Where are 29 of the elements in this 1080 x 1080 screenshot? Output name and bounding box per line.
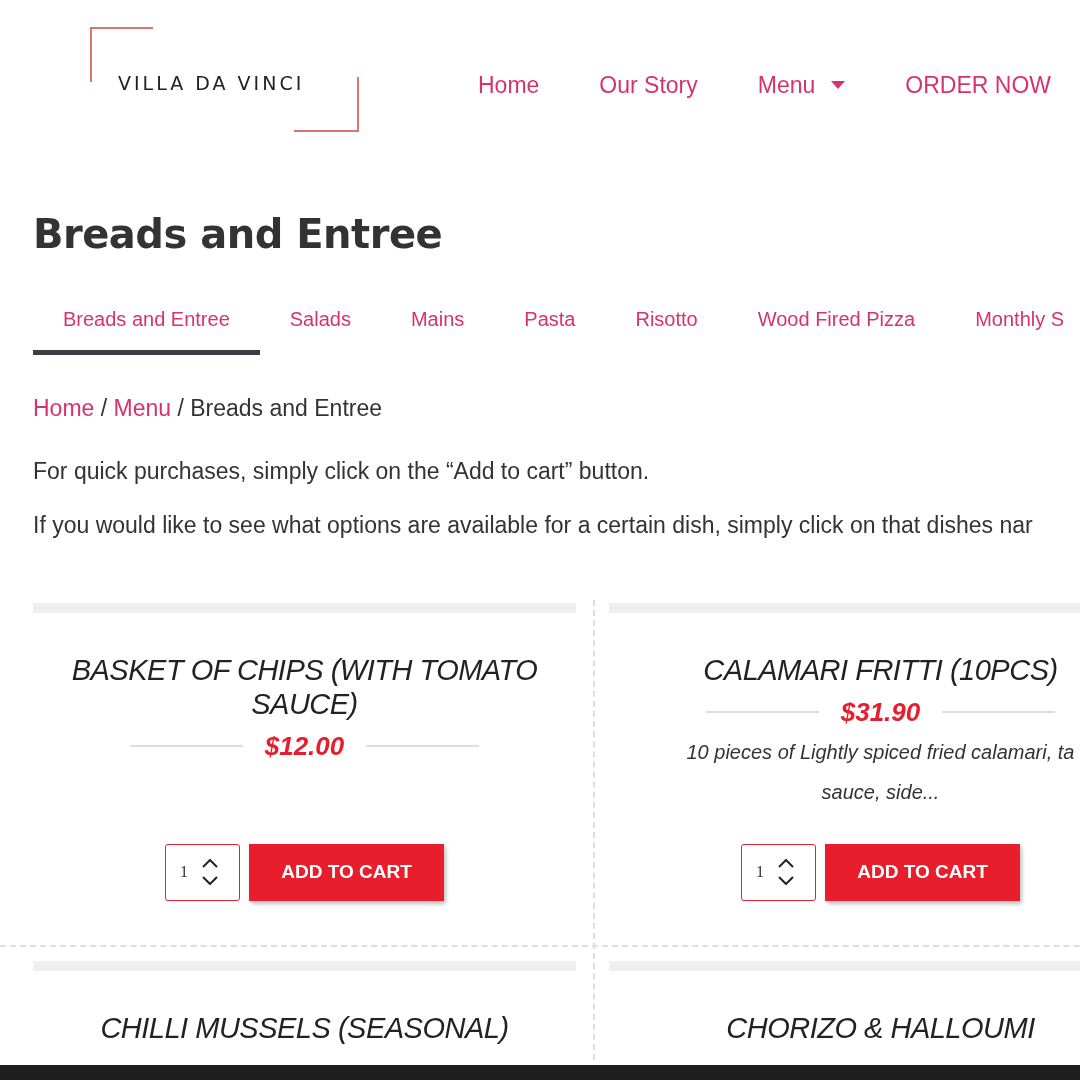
category-tab[interactable]: Salads [259, 296, 381, 355]
category-tab[interactable]: Pasta [494, 296, 606, 355]
intro-text: For quick purchases, simply click on the “Add to cart” button. [33, 456, 651, 486]
product-name[interactable]: CHORIZO & HALLOUMI [609, 1010, 1080, 1045]
nav-link[interactable]: Our Story [599, 68, 698, 103]
intro-text: If you would like to see what options are available for a certain dish, simply click on that dishes nar [33, 511, 1034, 540]
breadcrumb: Home / Menu / Breads and Entree [33, 394, 384, 423]
product-name[interactable]: CALAMARI FRITTI (10PCS) [609, 652, 1080, 687]
product-price: $31.90 [840, 695, 921, 729]
logo-text: VILLA DA VINCI [118, 71, 305, 96]
category-tab[interactable]: Risotto [605, 296, 728, 355]
breadcrumb-link[interactable]: Menu [113, 395, 172, 421]
category-tab[interactable]: Mains [380, 296, 495, 355]
breadcrumb-link[interactable]: Home [33, 395, 95, 421]
quantity-field[interactable]: 1 [741, 843, 816, 901]
category-tab[interactable]: Breads and Entree [33, 296, 260, 355]
nav-link[interactable]: Menu [757, 68, 846, 103]
quantity-field[interactable]: 1 [165, 843, 240, 901]
product-name[interactable]: CHILLI MUSSELS (SEASONAL) [33, 1010, 576, 1045]
page-title: Breads and Entree [33, 210, 444, 258]
nav-link[interactable]: Home [478, 68, 540, 103]
nav-link[interactable]: ORDER NOW [905, 68, 1051, 103]
product-name[interactable]: BASKET OF CHIPS (WITH TOMATO SAUCE) [33, 652, 576, 721]
category-tab[interactable]: Wood Fired Pizza [727, 296, 946, 355]
product-price: $12.00 [264, 729, 345, 763]
add-to-cart-button[interactable]: ADD TO CART [825, 843, 1020, 901]
product-description: 10 pieces of Lightly spiced fried calamari, ta sauce, side... [685, 739, 1076, 805]
category-tab[interactable]: Monthly S [945, 296, 1080, 355]
add-to-cart-button[interactable]: ADD TO CART [249, 843, 444, 901]
